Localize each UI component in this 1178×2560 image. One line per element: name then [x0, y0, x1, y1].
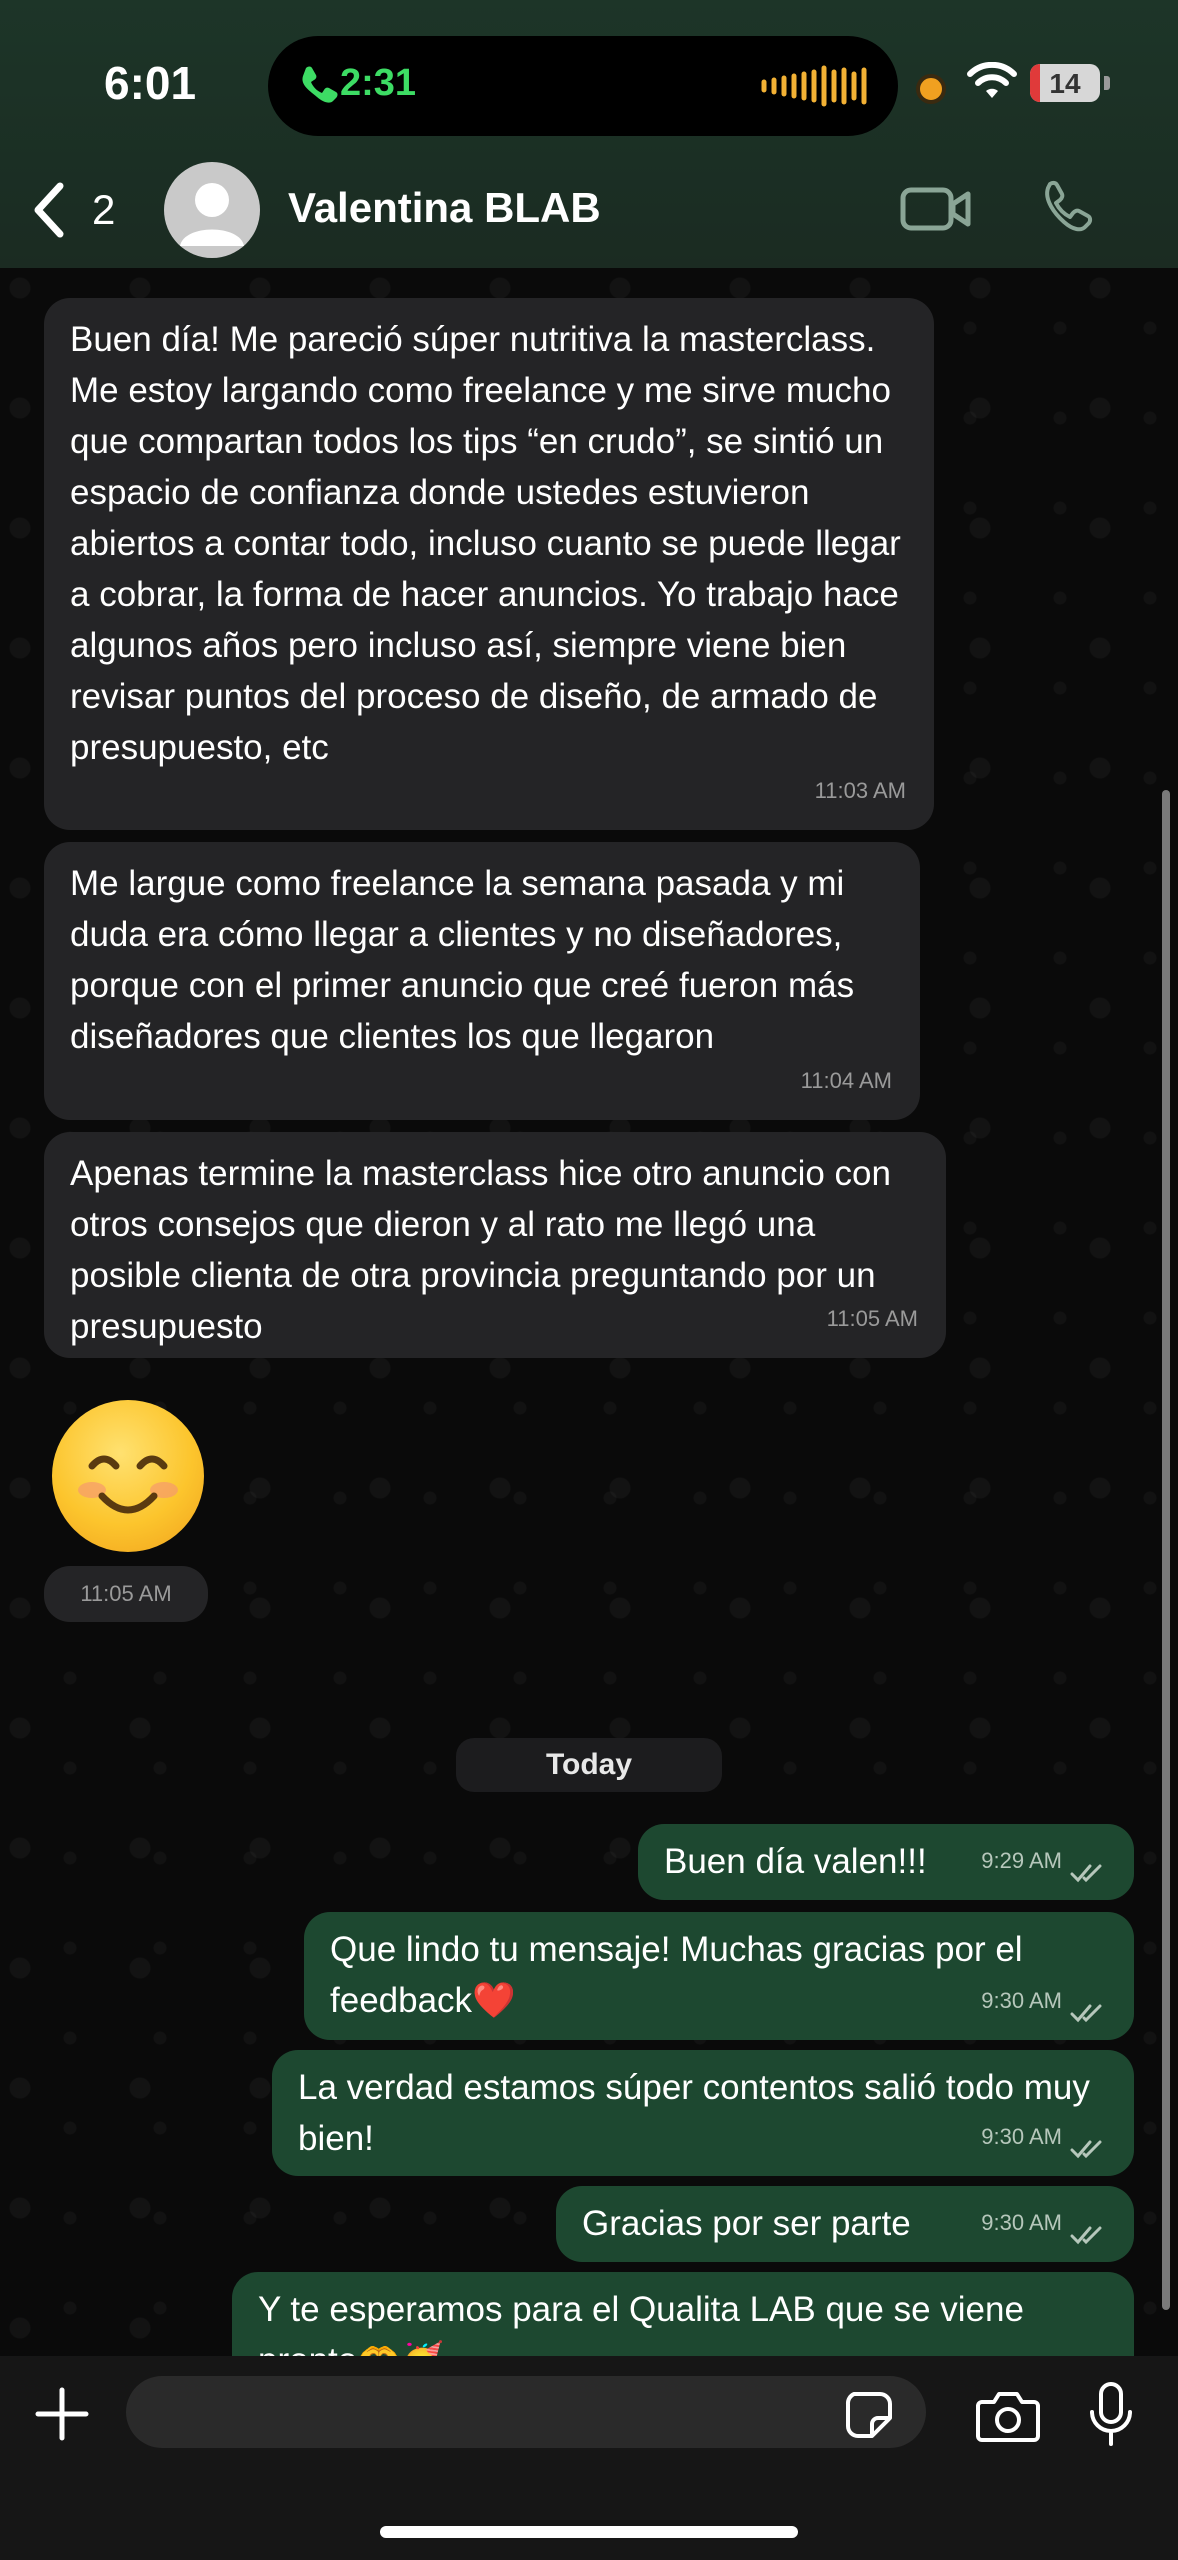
camera-icon[interactable] [976, 2388, 1040, 2442]
active-call-island[interactable]: 2:31 [268, 36, 898, 136]
chat-header: 6:01 2:31 14 2 Valentina BLAB [0, 0, 1178, 268]
message-text: Buen día! Me pareció súper nutritiva la … [70, 320, 901, 767]
message-time: 11:03 AM [814, 778, 906, 803]
read-receipt-icon [1070, 1864, 1102, 1883]
message-outgoing[interactable]: Que lindo tu mensaje! Muchas gracias por… [304, 1912, 1134, 2040]
battery-tip [1104, 76, 1110, 90]
home-indicator[interactable] [380, 2526, 798, 2538]
video-camera-icon[interactable] [900, 182, 972, 236]
read-receipt-icon [1070, 2226, 1102, 2245]
plus-icon[interactable] [34, 2386, 90, 2442]
message-time: 9:30 AM [981, 2210, 1062, 2235]
phone-icon[interactable] [1036, 178, 1096, 238]
status-time: 6:01 [104, 57, 197, 109]
unread-count: 2 [92, 186, 116, 233]
message-incoming[interactable]: Buen día! Me pareció súper nutritiva la … [44, 298, 934, 830]
message-time: 9:29 AM [981, 1848, 1062, 1873]
call-timer: 2:31 [340, 62, 417, 104]
person-icon [180, 183, 244, 246]
composer-bar [0, 2356, 1178, 2560]
message-time: 11:05 AM [826, 1306, 918, 1331]
message-outgoing[interactable]: La verdad estamos súper contentos salió … [272, 2050, 1134, 2176]
microphone-icon[interactable] [1086, 2380, 1136, 2450]
message-input[interactable] [126, 2376, 926, 2448]
message-incoming[interactable]: Me largue como freelance la semana pasad… [44, 842, 920, 1120]
phone-icon [302, 66, 338, 103]
chevron-left-icon [34, 182, 64, 238]
message-time: 11:04 AM [800, 1068, 892, 1093]
message-time: 9:30 AM [981, 2124, 1062, 2149]
privacy-indicator-dot [916, 74, 946, 104]
read-receipt-icon [1070, 2004, 1102, 2023]
message-time: 9:30 AM [981, 1988, 1062, 2013]
audio-waveform-icon [761, 65, 867, 107]
message-incoming[interactable]: Apenas termine la masterclass hice otro … [44, 1132, 946, 1358]
message-outgoing[interactable]: Gracias por ser parte 9:30 AM [556, 2186, 1134, 2262]
wifi-icon [967, 62, 1017, 98]
avatar[interactable] [164, 162, 260, 258]
day-separator: Today [456, 1738, 722, 1792]
message-time: 11:05 AM [44, 1566, 208, 1622]
sticker-icon[interactable] [844, 2390, 894, 2440]
scrollbar[interactable] [1162, 790, 1170, 2310]
message-outgoing[interactable]: Buen día valen!!! 9:29 AM [638, 1824, 1134, 1900]
emoji-message[interactable] [52, 1400, 204, 1552]
battery-indicator: 14 [1030, 64, 1100, 102]
message-text: Apenas termine la masterclass hice otro … [70, 1154, 891, 1346]
back-button[interactable]: 2 [30, 180, 120, 240]
smiling-face-icon [78, 1455, 178, 1514]
message-text: Me largue como freelance la semana pasad… [70, 864, 855, 1056]
contact-name[interactable]: Valentina BLAB [288, 184, 601, 232]
battery-level: 14 [1049, 68, 1081, 99]
read-receipt-icon [1070, 2140, 1102, 2159]
